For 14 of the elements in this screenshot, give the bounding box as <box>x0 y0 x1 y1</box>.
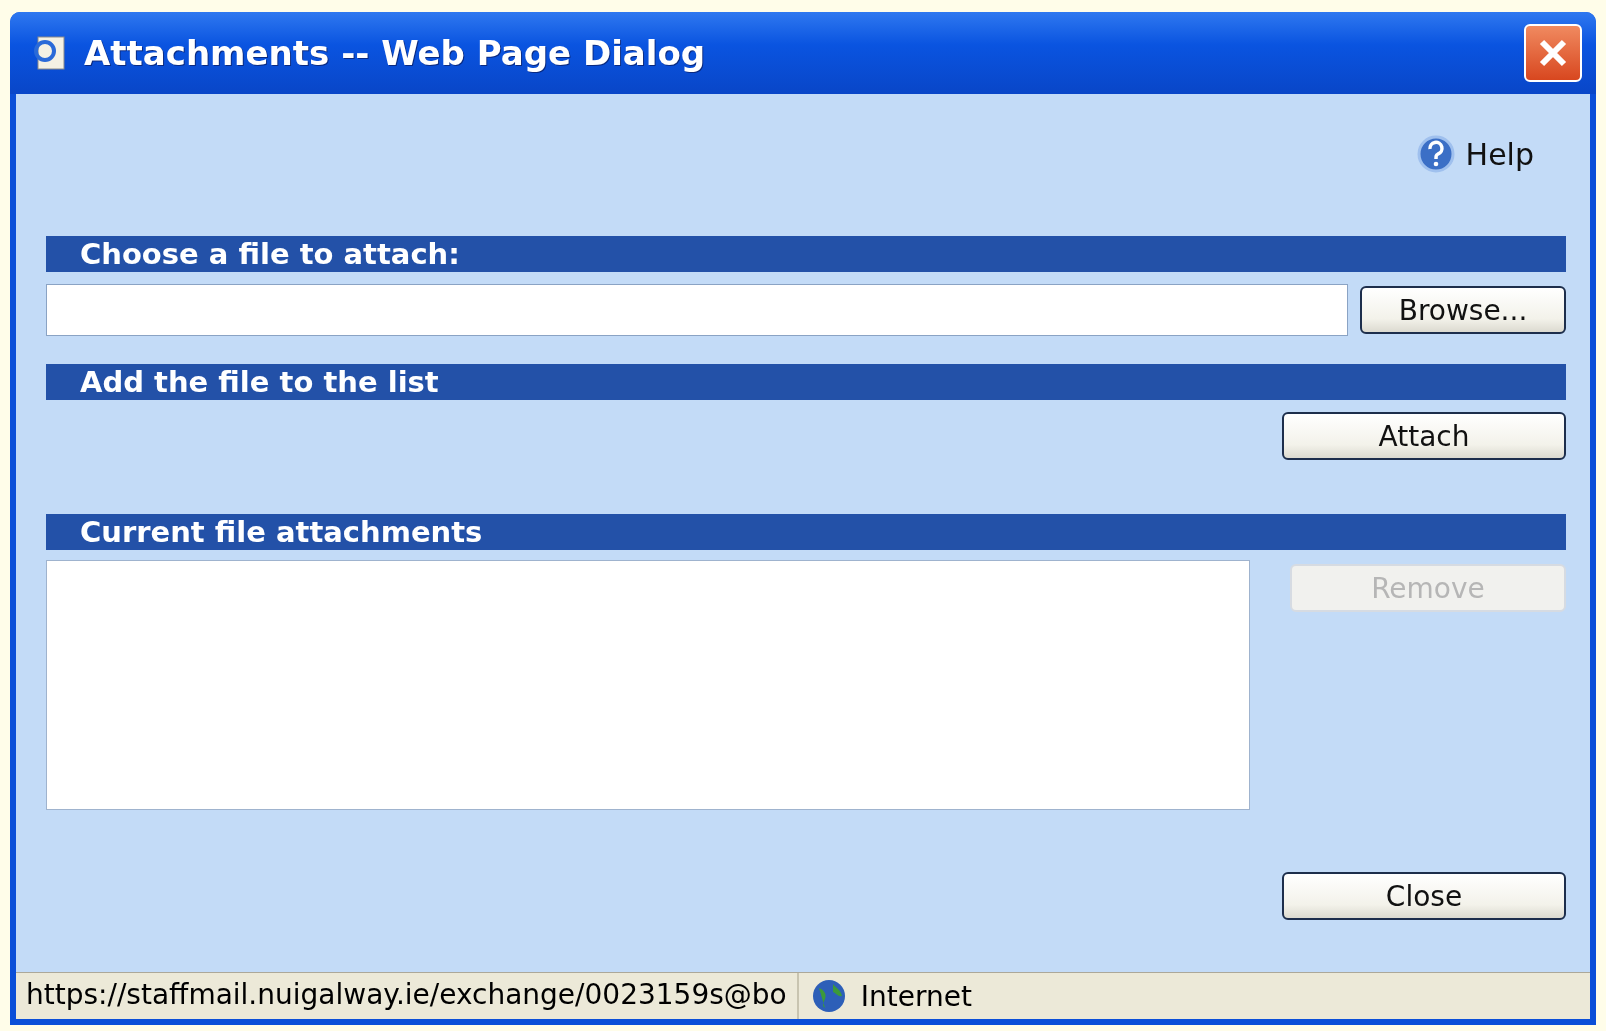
section-header: Add the file to the list <box>46 364 1566 400</box>
section-header: Current file attachments <box>46 514 1566 550</box>
attach-button[interactable]: Attach <box>1282 412 1566 460</box>
close-icon[interactable] <box>1524 24 1582 82</box>
help-link[interactable]: Help <box>1415 132 1534 176</box>
section-header: Choose a file to attach: <box>46 236 1566 272</box>
status-url: https://staffmail.nuigalway.ie/exchange/0023159s@bo <box>16 973 799 1019</box>
help-icon <box>1415 134 1456 174</box>
window-title: Attachments -- Web Page Dialog <box>84 33 707 73</box>
globe-icon <box>810 978 847 1014</box>
close-button[interactable]: Close <box>1282 872 1566 920</box>
security-zone: Internet <box>860 979 972 1013</box>
browse-button[interactable]: Browse... <box>1360 286 1566 334</box>
file-path-field[interactable] <box>46 284 1348 336</box>
